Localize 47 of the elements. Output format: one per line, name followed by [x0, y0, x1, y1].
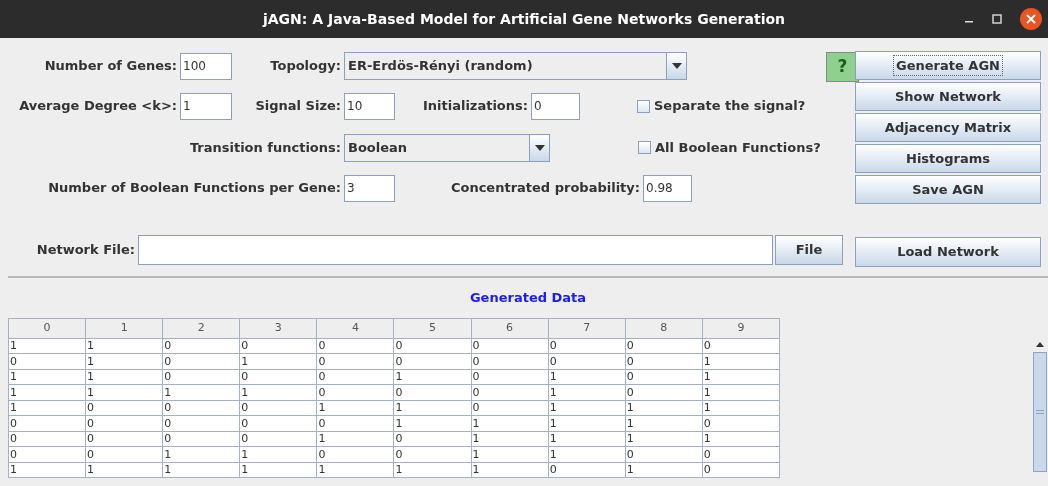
load-network-button[interactable]: Load Network — [855, 237, 1041, 267]
field-label: Number of Boolean Functions per Gene: — [47, 179, 341, 198]
field-label: Signal Size: — [254, 97, 341, 116]
input-field[interactable]: 0 — [531, 92, 580, 120]
action-button[interactable]: Adjacency Matrix — [855, 113, 1041, 142]
input-field[interactable]: 3 — [344, 174, 395, 202]
column-header[interactable]: 6 — [471, 318, 549, 338]
caret-icon — [534, 144, 545, 151]
caret-icon — [671, 63, 682, 69]
window-title: jAGN: A Java-Based Model for Artificial Gene Networks Generation — [263, 9, 785, 29]
input-field[interactable]: 0.98 — [643, 174, 692, 202]
field-label: Transition functions: — [188, 138, 341, 157]
input-field[interactable] — [138, 235, 773, 265]
scrollbar-thumb[interactable] — [1033, 351, 1047, 472]
dropdown[interactable]: Boolean — [344, 133, 550, 162]
action-button[interactable]: Save AGN — [855, 175, 1041, 204]
column-header[interactable]: 1 — [85, 318, 163, 338]
column-header[interactable]: 5 — [393, 318, 472, 338]
input-field[interactable]: 100 — [180, 52, 232, 80]
dropdown[interactable]: ER-Erdös-Rényi (random) — [344, 52, 687, 80]
file-button[interactable]: File — [775, 235, 843, 265]
maximize-icon[interactable] — [992, 14, 1002, 24]
action-button[interactable]: Generate AGN — [855, 51, 1041, 80]
field-label: Initializations: — [421, 97, 528, 116]
input-field[interactable]: 1 — [180, 92, 232, 120]
field-label: Network File: — [35, 241, 135, 260]
checkbox[interactable] — [638, 141, 651, 154]
field-label: Topology: — [269, 57, 341, 76]
close-icon[interactable] — [1020, 8, 1042, 30]
checkbox-label: All Boolean Functions? — [655, 138, 821, 157]
column-header[interactable]: 4 — [316, 318, 394, 338]
input-field[interactable]: 10 — [344, 92, 395, 120]
column-header[interactable]: 3 — [239, 318, 317, 338]
up-arrow-icon — [1036, 342, 1044, 347]
column-header[interactable]: 2 — [162, 318, 240, 338]
checkbox-label: Separate the signal? — [654, 97, 806, 116]
checkbox[interactable] — [637, 99, 650, 113]
column-header[interactable]: 0 — [8, 318, 86, 338]
field-label: Number of Genes: — [43, 57, 177, 76]
section-title: Generated Data — [469, 289, 587, 307]
field-label: Average Degree <k>: — [18, 97, 177, 116]
column-header[interactable]: 7 — [548, 318, 626, 338]
column-header[interactable]: 8 — [625, 318, 703, 338]
column-header[interactable]: 9 — [702, 318, 780, 338]
action-button[interactable]: Histograms — [855, 144, 1041, 173]
action-button[interactable]: Show Network — [855, 82, 1041, 111]
field-label: Concentrated probability: — [449, 179, 640, 198]
